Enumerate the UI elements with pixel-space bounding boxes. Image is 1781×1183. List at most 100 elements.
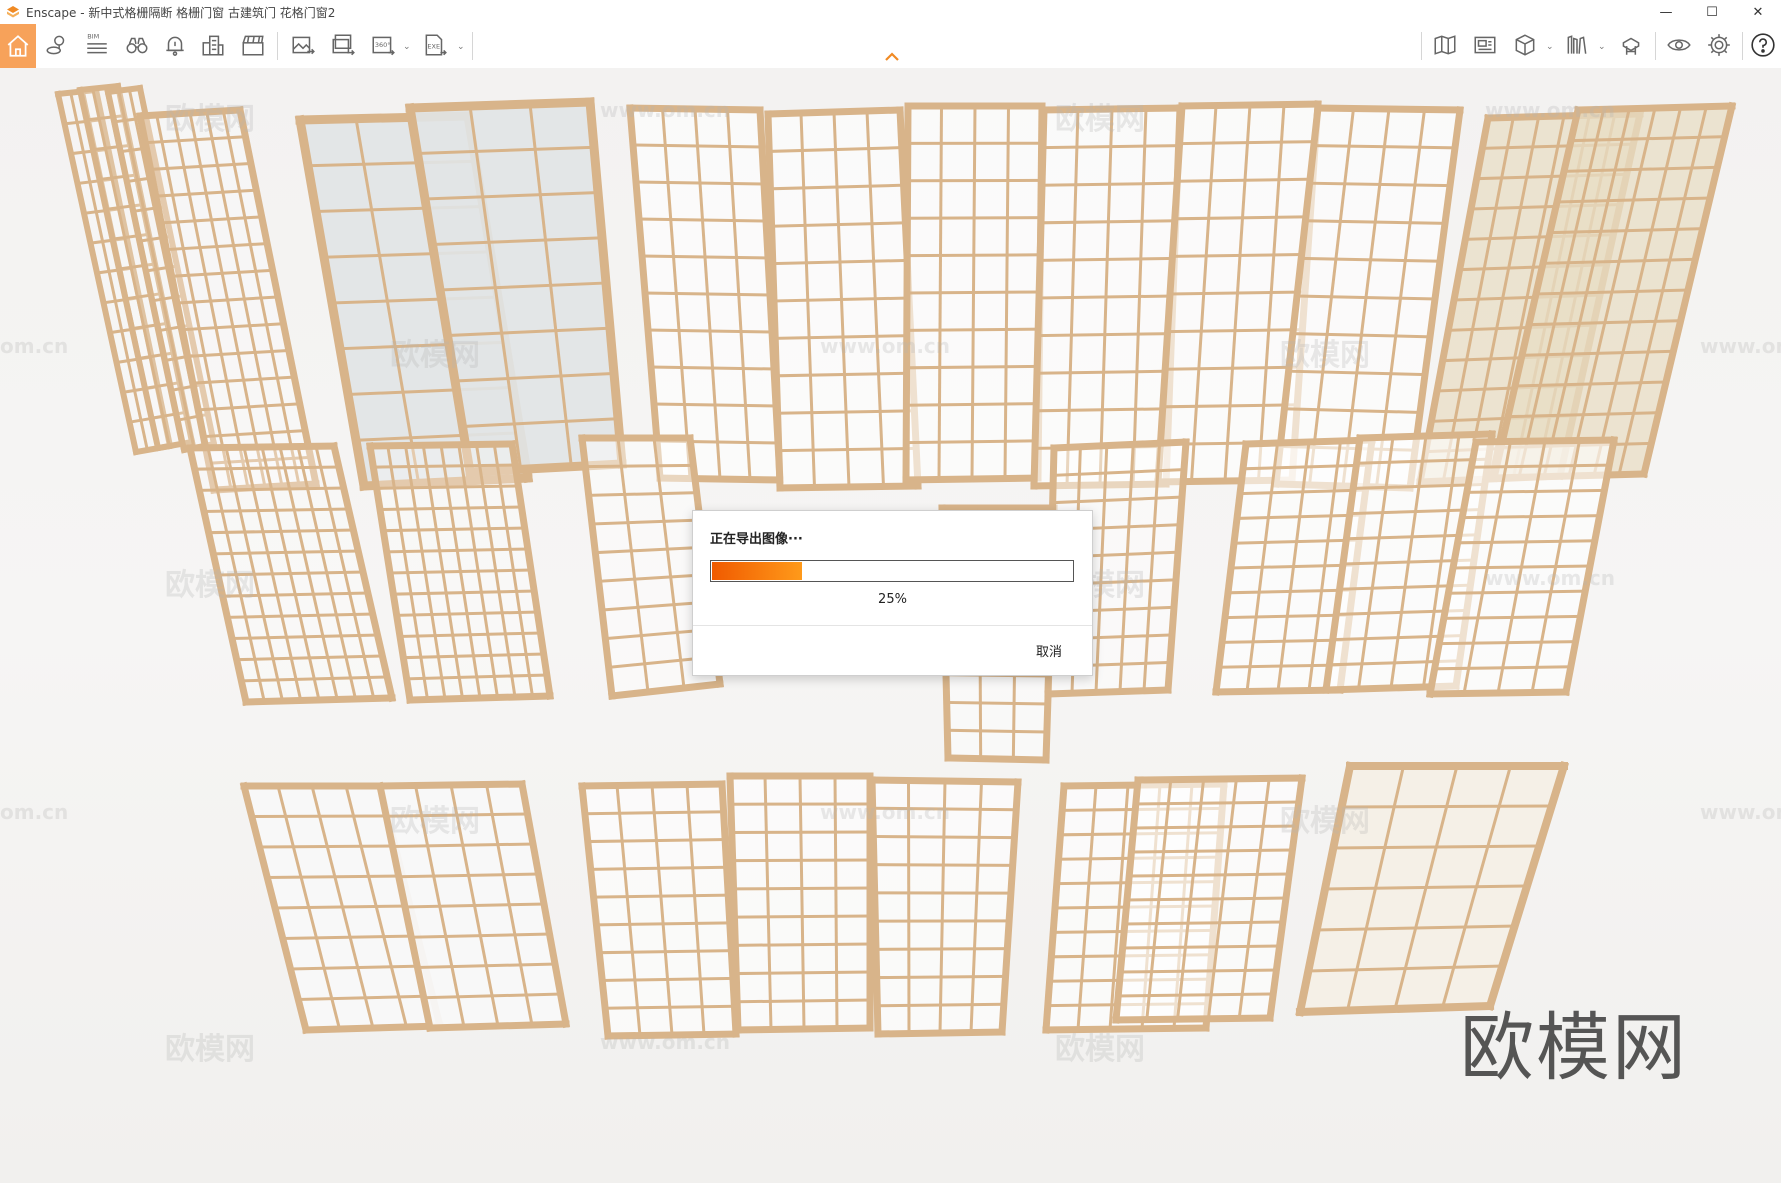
lattice-bar [1123,920,1285,926]
lattice-bar [945,700,1050,706]
toolbar-separator [1655,32,1656,60]
lattice-bar [1331,844,1541,850]
location-button[interactable] [40,28,74,62]
lattice-bar [1116,992,1275,998]
progress-bar [710,560,1074,582]
lattice-bar [589,865,729,871]
lattice-bar [652,402,778,408]
lattice-bar [592,893,730,899]
site-watermark: www.om.cn [1700,334,1781,358]
lattice-bar [1460,514,1602,520]
lattice-bar [1446,589,1587,595]
clapperboard-icon [242,35,264,56]
map-button[interactable] [1428,28,1462,62]
lattice-bar [250,814,390,819]
lattice-bar [944,754,1050,764]
slideshow-icon [1474,36,1496,54]
location-icon [46,35,65,55]
collapse-toolbar-chevron-icon[interactable] [884,50,900,62]
dialog-divider [693,625,1092,626]
lattice-bar [586,838,727,844]
binoculars-button[interactable] [120,28,154,62]
brand-watermark: 欧模网 [1055,102,1145,137]
asset-library-icon [1622,37,1640,55]
exe-dropdown-chevron-icon[interactable]: ⌄ [457,42,465,52]
lattice-bar [1465,488,1606,494]
books-button[interactable] [1560,28,1594,62]
cube-dropdown-chevron-icon[interactable]: ⌄ [1546,42,1554,52]
books-dropdown-chevron-icon[interactable]: ⌄ [1598,42,1606,52]
lattice-bar [1134,774,1306,784]
lattice-bar [904,402,1041,407]
lattice-bar [649,365,776,371]
minimize-button[interactable]: — [1643,0,1689,24]
export-image-button[interactable] [286,28,320,62]
site-watermark: www.om.cn [600,1030,731,1054]
lattice-bar [871,834,1016,840]
home-icon [7,35,29,57]
title-bar: Enscape - 新中式格栅隔断 格栅门窗 古建筑门 花格门窗2 — ☐ ✕ [0,0,1781,24]
help-button[interactable] [1746,28,1780,62]
lattice-bar [104,84,144,96]
help-icon [1751,33,1775,57]
lattice-bar [905,290,1042,295]
lattice-bar [1118,968,1278,974]
lattice-bar [583,810,726,816]
batch-export-button[interactable] [326,28,360,62]
lattice-bar [1129,848,1294,854]
site-watermark: www.om.cn [600,98,731,122]
toolbar-separator [1421,32,1422,60]
video-editor-button[interactable] [236,28,270,62]
lattice-bar [1044,686,1172,698]
close-button[interactable]: ✕ [1735,0,1781,24]
dialog-title: 正在导出图像··· [710,532,803,547]
lattice-bar [1168,290,1307,296]
lattice-bar [1173,215,1312,221]
buildings-button[interactable] [196,28,230,62]
panorama-export-icon: 360° [372,36,395,56]
lattice-bar [1037,294,1175,300]
lattice-bar [257,844,397,849]
lattice-bar [600,976,735,982]
cancel-button[interactable]: 取消 [1036,641,1062,660]
lattice-bar [1125,896,1288,902]
panorama-dropdown-chevron-icon[interactable]: ⌄ [403,42,411,52]
maximize-button[interactable]: ☐ [1689,0,1735,24]
lattice-bar [1112,1014,1274,1024]
gear-icon [1708,34,1730,56]
lattice-bar [583,463,695,469]
lattice-bar [1433,665,1573,671]
lattice-bar [1041,144,1181,150]
asset-library-button[interactable] [1614,28,1648,62]
slideshow-button[interactable] [1468,28,1502,62]
bim-button[interactable]: BIM [80,28,114,62]
brand-watermark: 欧模网 [1280,338,1370,373]
lattice-bar [637,217,768,223]
lattice-bar [1121,944,1282,950]
window-controls: — ☐ ✕ [1643,0,1781,24]
toolbar-separator [1742,32,1743,60]
lattice-bar [731,858,872,863]
bell-icon [166,36,184,56]
settings-button[interactable] [1702,28,1736,62]
exe-export-button[interactable]: EXE [418,28,452,62]
lattice-bar [905,253,1042,258]
brand-watermark: 欧模网 [165,568,255,603]
exe-export-icon: EXE [425,34,447,56]
lattice-bar [732,914,872,919]
notification-button[interactable] [158,28,192,62]
home-button[interactable] [0,24,36,68]
progress-percent: 25% [878,592,907,607]
enscape-window: Enscape - 新中式格栅隔断 格栅门窗 古建筑门 花格门窗2 — ☐ ✕ … [0,0,1781,1183]
lattice-bar [273,904,412,910]
lattice-bar [735,998,872,1004]
lattice-bar [1170,252,1310,258]
brand-watermark: 欧模网 [1055,1032,1145,1067]
panorama-export-button[interactable]: 360° [366,28,400,62]
lattice-bar [734,970,872,976]
visibility-button[interactable] [1662,28,1696,62]
cube-button[interactable] [1508,28,1542,62]
window-title: Enscape - 新中式格栅隔断 格栅门窗 古建筑门 花格门窗2 [26,5,336,20]
books-icon [1567,35,1587,54]
lattice-bar [733,942,872,947]
